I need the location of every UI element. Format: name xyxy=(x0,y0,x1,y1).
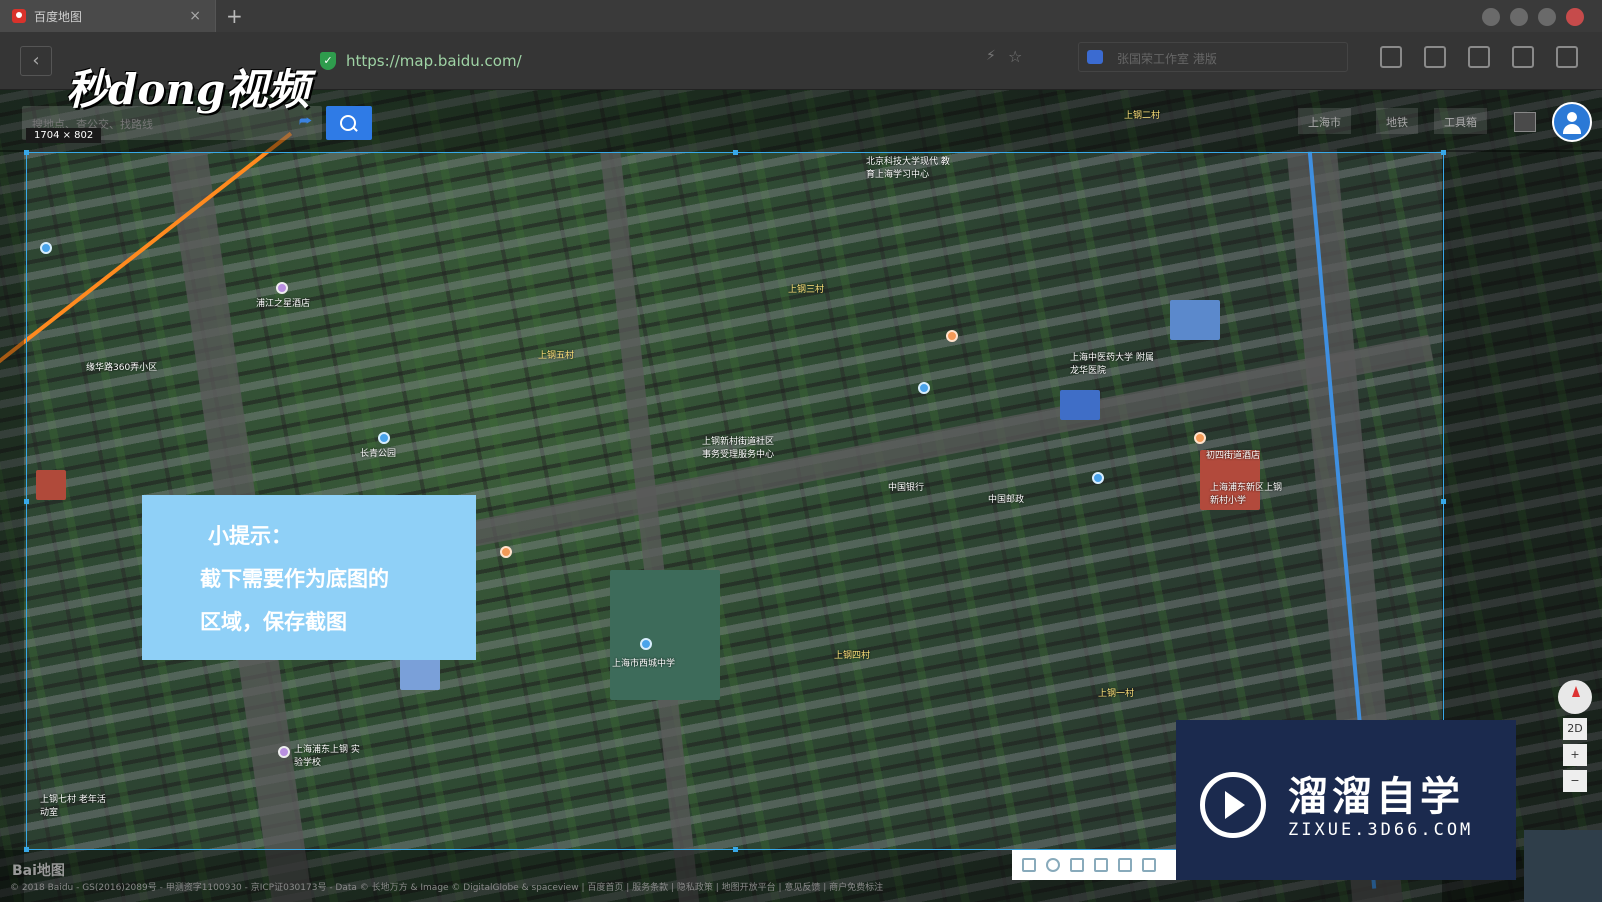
skin-icon[interactable] xyxy=(1482,8,1500,26)
zoom-out-button[interactable]: − xyxy=(1563,770,1587,792)
resize-handle[interactable] xyxy=(1441,150,1446,155)
toolbox-button[interactable]: 工具箱 xyxy=(1434,108,1487,134)
view-2d-button[interactable]: 2D xyxy=(1563,718,1587,740)
browser-search-input[interactable]: 张国荣工作室 港版 xyxy=(1078,42,1348,72)
mosaic-tool-icon[interactable] xyxy=(1118,858,1132,872)
map-search-button[interactable] xyxy=(326,106,372,140)
resize-handle[interactable] xyxy=(733,150,738,155)
arrow-tool-icon[interactable] xyxy=(1070,858,1084,872)
resize-handle[interactable] xyxy=(1441,499,1446,504)
subway-button[interactable]: 地铁 xyxy=(1376,108,1418,134)
tip-box: 小提示： 截下需要作为底图的 区域，保存截图 xyxy=(142,495,476,660)
tip-title: 小提示： xyxy=(208,524,292,548)
back-button[interactable]: ‹ xyxy=(20,46,52,76)
play-icon xyxy=(1200,772,1266,838)
bookmark-star-icon[interactable]: ☆ xyxy=(1008,47,1022,66)
browser-tools xyxy=(1380,46,1578,68)
zoom-in-button[interactable]: + xyxy=(1563,744,1587,766)
menu-icon[interactable] xyxy=(1556,46,1578,68)
secure-shield-icon: ✓ xyxy=(320,52,336,70)
browser-search-placeholder: 张国荣工作室 港版 xyxy=(1117,52,1217,66)
window-controls xyxy=(1482,8,1584,26)
tab-title: 百度地图 xyxy=(34,9,83,24)
brand-domain: ZIXUE.3D66.COM xyxy=(1288,820,1474,840)
new-tab-button[interactable]: + xyxy=(226,4,243,28)
tab-close-icon[interactable]: × xyxy=(189,8,201,24)
text-tool-icon[interactable] xyxy=(1142,858,1156,872)
resize-handle[interactable] xyxy=(24,150,29,155)
user-avatar-icon[interactable] xyxy=(1552,102,1592,142)
maximize-icon[interactable] xyxy=(1538,8,1556,26)
resize-handle[interactable] xyxy=(733,847,738,852)
map-footer-text: © 2018 Baidu - GS(2016)2089号 - 甲测资字11009… xyxy=(10,883,884,893)
tip-line-2: 区域，保存截图 xyxy=(200,610,347,634)
ellipse-tool-icon[interactable] xyxy=(1046,858,1060,872)
address-bar[interactable]: ✓ https://map.baidu.com/ xyxy=(300,44,1040,78)
browser-tab[interactable]: 百度地图 × xyxy=(0,0,216,32)
compass-icon[interactable] xyxy=(1558,680,1592,714)
baidu-map-logo: Bai地图 xyxy=(12,863,65,879)
baidu-map-favicon-icon xyxy=(12,9,26,23)
city-selector[interactable]: 上海市 xyxy=(1298,108,1351,134)
brand-name-cn: 溜溜自学 xyxy=(1288,774,1464,820)
url-text: https://map.baidu.com/ xyxy=(346,52,522,70)
resize-handle[interactable] xyxy=(24,499,29,504)
screenshot-root: 百度地图 × + ‹ ✓ https://map.baidu.com/ ⚡ ☆ … xyxy=(0,0,1602,902)
message-icon[interactable] xyxy=(1514,112,1536,132)
pen-tool-icon[interactable] xyxy=(1094,858,1108,872)
scissors-icon[interactable] xyxy=(1468,46,1490,68)
tab-bar: 百度地图 × + xyxy=(0,0,1602,32)
zixue-brand-watermark: 溜溜自学 ZIXUE.3D66.COM xyxy=(1176,720,1516,880)
tip-line-1: 截下需要作为底图的 xyxy=(200,567,389,591)
baidu-paw-icon xyxy=(1087,50,1103,64)
map-controls: 2D + − xyxy=(1558,680,1592,810)
minimize-icon[interactable] xyxy=(1510,8,1528,26)
rectangle-tool-icon[interactable] xyxy=(1022,858,1036,872)
selection-size-indicator: 1704 × 802 xyxy=(26,128,102,143)
map-thumbnail[interactable] xyxy=(1524,830,1602,902)
lightning-icon[interactable]: ⚡ xyxy=(986,48,996,64)
screen-dim-left xyxy=(0,150,24,902)
download-icon[interactable] xyxy=(1512,46,1534,68)
close-window-icon[interactable] xyxy=(1566,8,1584,26)
resize-handle[interactable] xyxy=(24,847,29,852)
miaodong-video-logo: 秒dong视频 xyxy=(66,65,310,114)
sound-icon[interactable] xyxy=(1424,46,1446,68)
extensions-icon[interactable] xyxy=(1380,46,1402,68)
map-label[interactable]: 上钢二村 xyxy=(1124,108,1160,121)
